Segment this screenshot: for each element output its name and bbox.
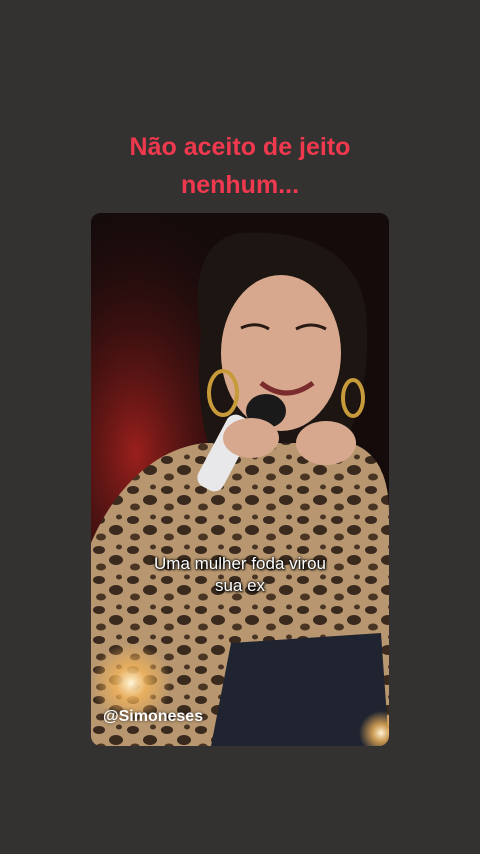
- headline-line-2: nenhum...: [180, 171, 300, 199]
- creator-handle[interactable]: @Simoneses: [103, 708, 203, 726]
- video-player[interactable]: Uma mulher foda virou sua ex @Simoneses: [91, 213, 389, 746]
- video-caption: Uma mulher foda virou sua ex: [91, 553, 389, 597]
- story-headline: Não aceito de jeito nenhum...: [0, 128, 480, 204]
- caption-line-1: Uma mulher foda virou: [154, 554, 326, 573]
- caption-line-2: sua ex: [214, 576, 266, 595]
- story-screen: Não aceito de jeito nenhum... Uma mulher…: [0, 0, 480, 854]
- video-frame: [91, 213, 389, 746]
- headline-line-1: Não aceito de jeito: [129, 133, 351, 161]
